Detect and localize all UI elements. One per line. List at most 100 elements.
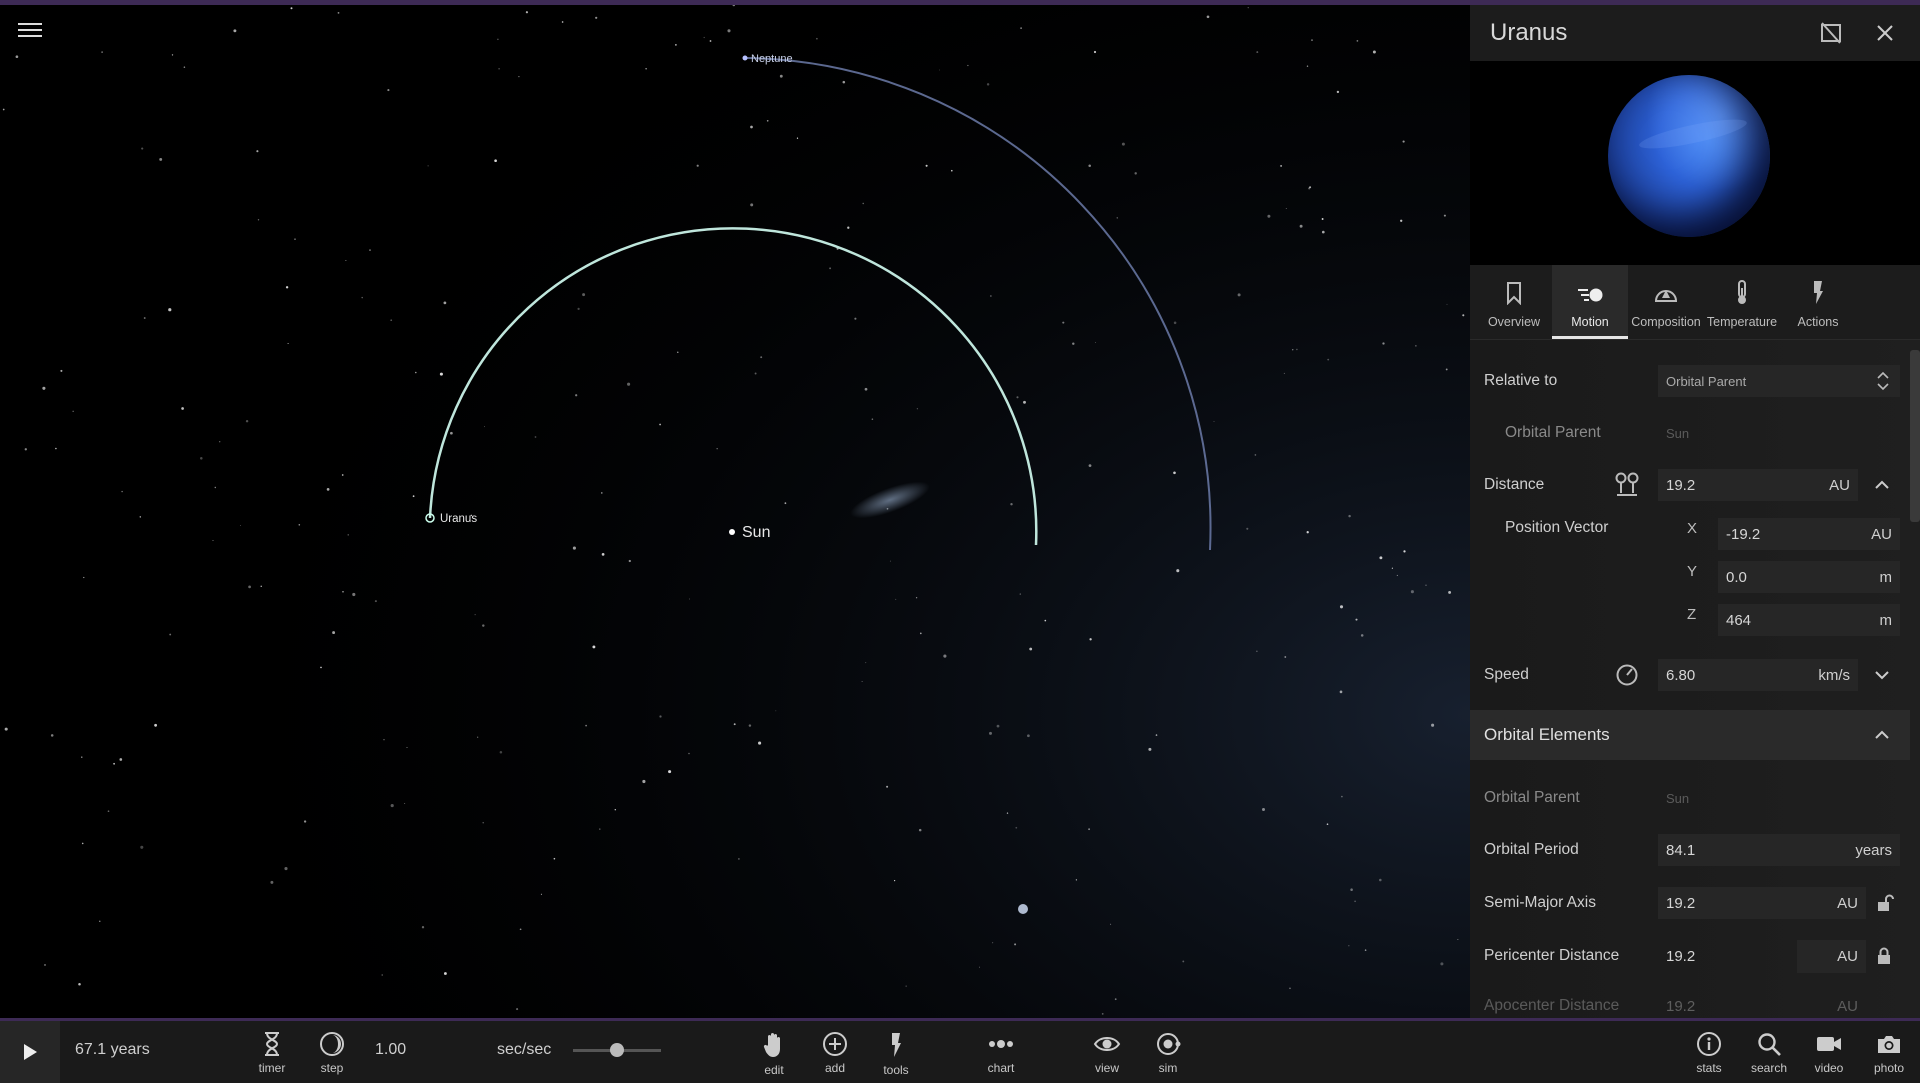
chart-button[interactable]: chart (973, 1025, 1029, 1081)
rate-unit[interactable]: sec/sec (497, 1041, 551, 1059)
star (183, 66, 186, 68)
star (498, 67, 500, 70)
step-button[interactable]: step (304, 1025, 360, 1081)
apocenter-distance-field[interactable]: 19.2 AU (1658, 990, 1866, 1018)
star (42, 386, 46, 390)
panel-title: Uranus (1490, 19, 1568, 46)
star (979, 966, 980, 968)
star (214, 486, 217, 489)
space-viewport[interactable]: Neptune Uranus Sun (0, 5, 1470, 1018)
star (1247, 7, 1249, 9)
star (141, 147, 144, 150)
lock-icon[interactable] (1876, 946, 1892, 966)
distance-field[interactable]: 19.2 AU (1658, 469, 1858, 501)
add-button[interactable]: add (807, 1025, 863, 1081)
edit-button[interactable]: edit (746, 1025, 802, 1081)
menu-icon[interactable] (18, 20, 42, 40)
semi-major-axis-field[interactable]: 19.2 AU (1658, 887, 1866, 919)
hide-preview-icon[interactable] (1816, 18, 1846, 48)
pericenter-distance-field[interactable]: 19.2 AU (1658, 939, 1866, 973)
star (1254, 454, 1257, 456)
panel-scrollbar[interactable] (1910, 350, 1920, 522)
star (918, 828, 922, 832)
rate-slider[interactable] (573, 1043, 661, 1057)
sun-label[interactable]: Sun (742, 524, 770, 541)
star (44, 964, 46, 966)
position-x-field[interactable]: -19.2 AU (1718, 518, 1900, 550)
view-button[interactable]: view (1079, 1025, 1135, 1081)
tab-motion-label: Motion (1571, 315, 1609, 329)
sun-marker[interactable] (729, 529, 735, 535)
star (916, 408, 919, 410)
star (374, 600, 377, 603)
star (1283, 372, 1285, 374)
star (99, 920, 101, 922)
play-button[interactable] (0, 1021, 60, 1083)
stats-button[interactable]: stats (1681, 1025, 1737, 1081)
star (287, 342, 289, 345)
star (989, 731, 992, 735)
relative-to-select[interactable]: Orbital Parent (1658, 365, 1900, 397)
oe-orbital-parent-label: Orbital Parent (1484, 789, 1580, 806)
tab-motion[interactable]: Motion (1552, 265, 1628, 339)
milky-way-glow (0, 5, 1470, 1018)
star (1027, 734, 1030, 738)
collapse-chevron-icon[interactable] (1874, 477, 1890, 493)
timer-button[interactable]: timer (244, 1025, 300, 1081)
rate-value[interactable]: 1.00 (375, 1041, 406, 1059)
star (1088, 464, 1092, 467)
camera-icon (1878, 1036, 1900, 1053)
uranus-label[interactable]: Uranus (440, 513, 477, 525)
star (1237, 293, 1241, 297)
tools-button[interactable]: tools (868, 1025, 924, 1081)
star (212, 539, 214, 542)
neptune-label[interactable]: Neptune (751, 53, 793, 65)
position-vector-row: Position Vector X -19.2 AU (1470, 510, 1910, 550)
object-info-panel: Uranus Overview Motion Composition Tempe… (1470, 5, 1920, 1018)
orbital-parent-row: Orbital Parent Sun (1470, 415, 1910, 451)
video-button[interactable]: video (1801, 1025, 1857, 1081)
star (494, 159, 497, 163)
star (750, 203, 754, 207)
star (540, 893, 542, 895)
neptune-marker[interactable] (742, 55, 748, 61)
star (601, 553, 605, 556)
expand-chevron-icon[interactable] (1874, 667, 1890, 683)
tab-overview[interactable]: Overview (1476, 265, 1552, 339)
close-icon[interactable] (1870, 18, 1900, 48)
orbital-period-field[interactable]: 84.1 years (1658, 834, 1900, 866)
search-button[interactable]: search (1741, 1025, 1797, 1081)
tab-composition[interactable]: Composition (1628, 265, 1704, 339)
orbital-elements-header[interactable]: Orbital Elements (1470, 710, 1910, 760)
photo-button[interactable]: photo (1861, 1025, 1917, 1081)
sim-button[interactable]: sim (1140, 1025, 1196, 1081)
star (1062, 321, 1065, 324)
star (601, 492, 603, 494)
star (1173, 321, 1177, 325)
uranus-render (1608, 75, 1770, 237)
star (81, 756, 83, 758)
orbital-period-row: Orbital Period 84.1 years (1470, 832, 1910, 868)
star (483, 426, 486, 428)
star (294, 238, 296, 240)
star (347, 534, 349, 536)
tab-temperature[interactable]: Temperature (1704, 265, 1780, 339)
star (171, 54, 174, 56)
hourglass-icon (265, 1032, 279, 1056)
star (733, 723, 736, 726)
star (943, 654, 947, 658)
unlock-icon[interactable] (1876, 893, 1894, 913)
star (1121, 142, 1125, 146)
star (290, 7, 293, 10)
star (577, 307, 580, 311)
position-z-field[interactable]: 464 m (1718, 604, 1900, 636)
speed-field[interactable]: 6.80 km/s (1658, 659, 1858, 691)
star (575, 394, 578, 397)
rate-slider-knob[interactable] (610, 1043, 624, 1057)
position-y-field[interactable]: 0.0 m (1718, 561, 1900, 593)
star (341, 474, 344, 476)
star (1182, 960, 1185, 963)
star (996, 724, 1000, 728)
star (553, 857, 556, 860)
tab-actions[interactable]: Actions (1780, 265, 1856, 339)
